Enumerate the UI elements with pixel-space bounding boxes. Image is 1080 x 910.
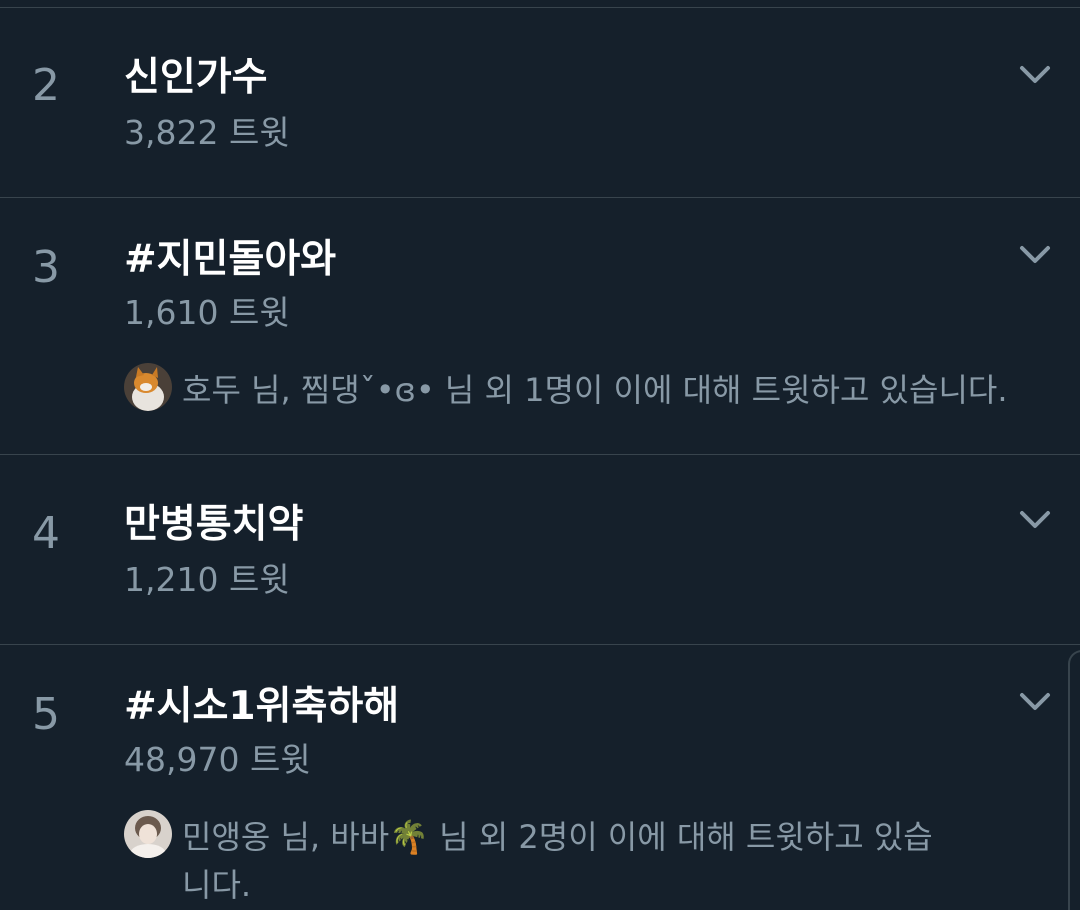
trend-title: 만병통치약 (124, 502, 304, 547)
trend-tweet-count: 1,210 트윗 (124, 560, 290, 599)
trend-tweet-count: 48,970 트윗 (124, 740, 311, 779)
chevron-down-icon[interactable] (1014, 689, 1056, 715)
chevron-down-icon[interactable] (1014, 507, 1056, 533)
trend-rank: 3 (32, 242, 60, 293)
avatar (124, 363, 172, 411)
trend-title: #시소1위축하해 (124, 684, 400, 729)
trend-rank: 5 (32, 689, 60, 740)
trend-item[interactable]: 4 만병통치약 1,210 트윗 (0, 455, 1080, 645)
chevron-down-icon[interactable] (1014, 242, 1056, 268)
trend-item[interactable]: 3 #지민돌아와 1,610 트윗 호두 님, 찜댕ˇ•ɞ• 님 외 1명이 이… (0, 198, 1080, 455)
chevron-down-icon[interactable] (1014, 62, 1056, 88)
avatar (124, 810, 172, 858)
cat-avatar-icon (124, 363, 172, 411)
trend-item[interactable]: 2 신인가수 3,822 트윗 (0, 8, 1080, 198)
trend-title: #지민돌아와 (124, 237, 337, 282)
user-avatar-icon (124, 810, 172, 858)
trend-tweet-count: 1,610 트윗 (124, 293, 290, 332)
trend-context-text: 호두 님, 찜댕ˇ•ɞ• 님 외 1명이 이에 대해 트윗하고 있습니다. (182, 371, 1008, 409)
trend-context: 민앵옹 님, 바바🌴 님 외 2명이 이에 대해 트윗하고 있습니다. (124, 810, 1064, 904)
scroll-edge (1068, 650, 1080, 910)
trend-item[interactable]: 5 #시소1위축하해 48,970 트윗 민앵옹 님, 바바🌴 님 외 2명이 … (0, 645, 1080, 904)
trend-rank: 4 (32, 508, 60, 559)
trend-context: 호두 님, 찜댕ˇ•ɞ• 님 외 1명이 이에 대해 트윗하고 있습니다. (124, 363, 1064, 413)
trend-rank: 2 (32, 60, 60, 111)
trend-title: 신인가수 (124, 55, 268, 100)
trend-tweet-count: 3,822 트윗 (124, 113, 290, 152)
trend-context-text: 민앵옹 님, 바바🌴 님 외 2명이 이에 대해 트윗하고 있습니다. (182, 818, 933, 904)
